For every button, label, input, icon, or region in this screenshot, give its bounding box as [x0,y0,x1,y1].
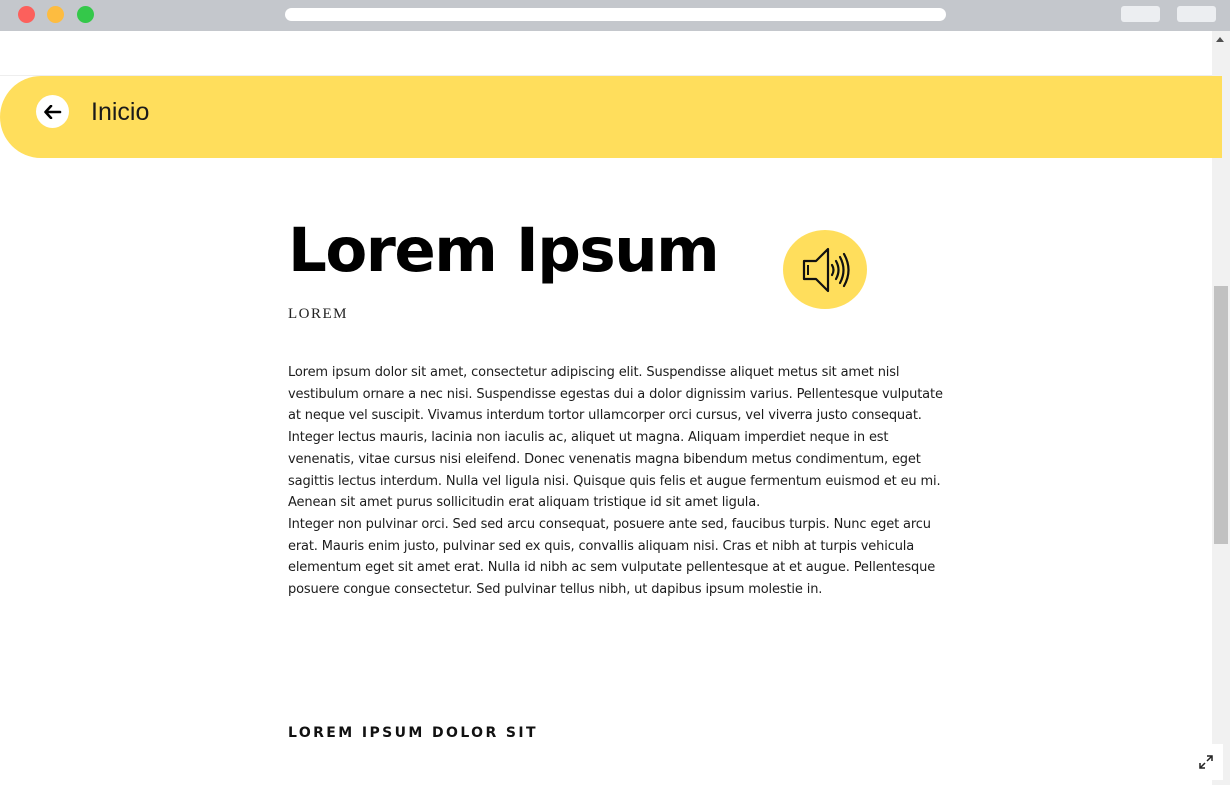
paragraph: Lorem ipsum dolor sit amet, consectetur … [288,365,943,511]
back-link-label[interactable]: Inicio [91,96,149,128]
article-body: Lorem ipsum dolor sit amet, consectetur … [288,362,943,601]
speaker-icon [802,247,850,292]
back-button[interactable] [36,95,69,128]
paragraph: Integer non pulvinar orci. Sed sed arcu … [288,516,936,598]
fullscreen-button[interactable] [1189,744,1223,780]
address-bar[interactable] [285,8,946,21]
scrollbar-thumb[interactable] [1214,286,1228,544]
section-heading: LOREM IPSUM DOLOR SIT [288,725,538,741]
browser-chrome [0,0,1230,31]
minimize-window-button[interactable] [47,6,64,23]
page-subtitle: LOREM [288,306,348,322]
page-title: Lorem Ipsum [288,215,720,286]
expand-icon [1199,755,1213,769]
scroll-up-arrow-icon[interactable] [1216,37,1224,42]
close-window-button[interactable] [18,6,35,23]
browser-toolbar-button[interactable] [1177,6,1216,22]
arrow-left-icon [43,104,61,119]
nav-header-bar [0,76,1222,158]
maximize-window-button[interactable] [77,6,94,23]
audio-play-button[interactable] [783,230,867,309]
browser-toolbar-button[interactable] [1121,6,1160,22]
